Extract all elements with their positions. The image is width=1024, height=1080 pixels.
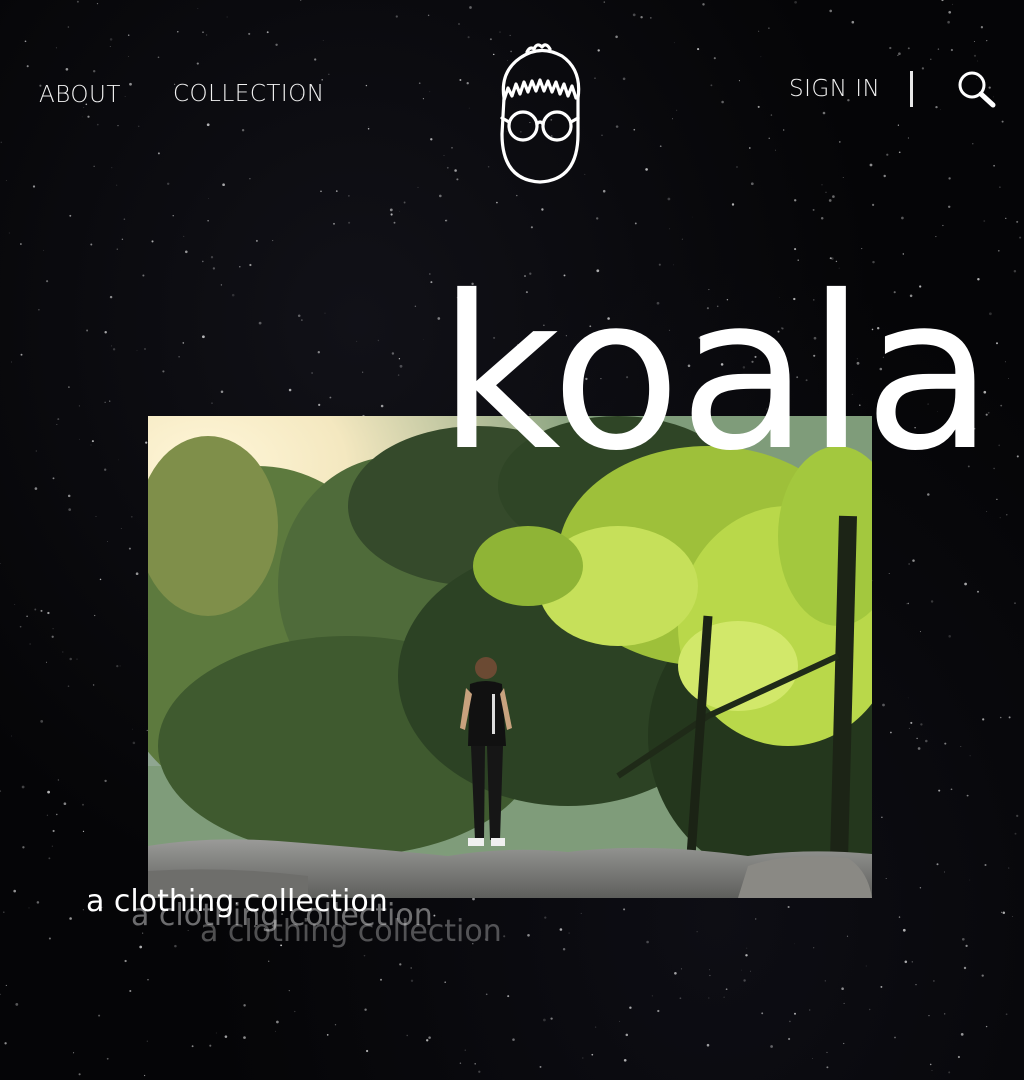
nav-collection-link[interactable]: COLLECTION — [173, 81, 325, 107]
page: ABOUT COLLECTION SIGN IN koala a clothin… — [0, 0, 1024, 1080]
search-button[interactable] — [956, 68, 998, 110]
search-icon — [958, 71, 996, 108]
nav-about-link[interactable]: ABOUT — [39, 82, 121, 108]
nav-divider — [910, 71, 913, 107]
koala-face-icon — [500, 43, 581, 184]
tagline: a clothing collection — [86, 884, 388, 919]
brand-title: koala — [438, 250, 994, 497]
koala-logo[interactable] — [490, 38, 590, 188]
sign-in-link[interactable]: SIGN IN — [789, 76, 880, 102]
